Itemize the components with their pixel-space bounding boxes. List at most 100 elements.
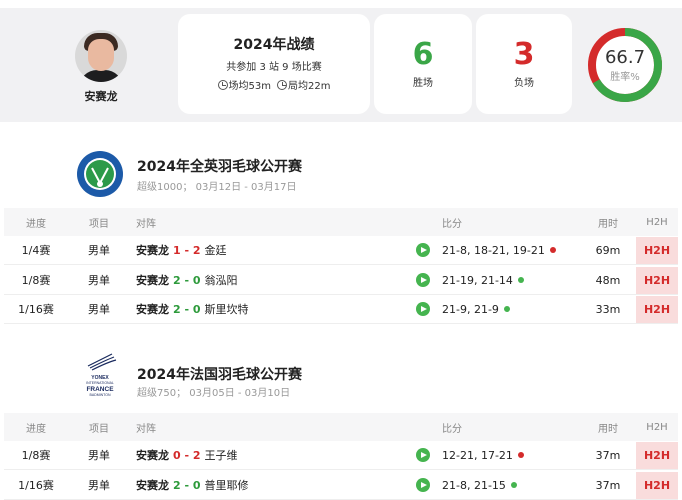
- h2h-cell: H2H: [636, 266, 678, 294]
- h2h-cell: H2H: [636, 441, 678, 469]
- col-event: 项目: [89, 423, 109, 435]
- score-text: 21-8, 18-21, 19-21: [442, 243, 545, 257]
- win-rate-text: 66.7 胜率%: [584, 24, 666, 106]
- round-cell: 1/4赛: [21, 244, 51, 257]
- player-name: 安赛龙: [84, 90, 118, 103]
- col-time: 用时: [598, 218, 618, 230]
- duration-cell: 37m: [595, 478, 621, 492]
- table-row[interactable]: 1/8赛 男单 安赛龙 2 - 0 翁泓阳 21-19, 21-14 48m H2H: [4, 266, 678, 295]
- player-profile[interactable]: 安赛龙: [68, 30, 134, 104]
- round-cell: 1/16赛: [18, 479, 54, 492]
- duration-cell: 69m: [595, 243, 621, 257]
- match-result: 2 - 0: [173, 302, 201, 316]
- opponent-name[interactable]: 翁泓阳: [205, 272, 238, 288]
- h2h-cell: H2H: [636, 295, 678, 323]
- all-england-logo[interactable]: [76, 150, 124, 198]
- h2h-cell: H2H: [636, 236, 678, 264]
- player-name[interactable]: 安赛龙: [136, 242, 169, 258]
- match-result: 1 - 2: [173, 243, 201, 257]
- col-round: 进度: [26, 423, 46, 435]
- play-video-button[interactable]: [416, 295, 432, 323]
- win-rate-value: 66.7: [604, 47, 646, 68]
- h2h-cell: H2H: [636, 471, 678, 499]
- score-cell: 21-8, 18-21, 19-21: [442, 236, 556, 264]
- opponent-name[interactable]: 金廷: [205, 242, 227, 258]
- matchup-cell[interactable]: 安赛龙 2 - 0 普里耶修: [136, 471, 249, 499]
- loss-indicator-icon: [549, 247, 556, 253]
- duration-cell: 48m: [595, 273, 621, 287]
- losses-count: 3: [513, 37, 535, 72]
- tournament-title[interactable]: 2024年法国羽毛球公开赛: [137, 364, 302, 384]
- play-video-button[interactable]: [416, 471, 432, 499]
- svg-text:INTERNATIONAL: INTERNATIONAL: [86, 381, 114, 385]
- player-name[interactable]: 安赛龙: [136, 272, 169, 288]
- player-name[interactable]: 安赛龙: [136, 447, 169, 463]
- match-result: 2 - 0: [173, 273, 201, 287]
- wins-label: 胜场: [413, 78, 433, 89]
- opponent-name[interactable]: 王子维: [205, 447, 238, 463]
- play-icon[interactable]: [416, 478, 430, 492]
- play-video-button[interactable]: [416, 441, 432, 469]
- yonex-french-open-logo[interactable]: YONEX INTERNATIONAL FRANCE BADMINTON: [76, 352, 124, 400]
- play-video-button[interactable]: [416, 236, 432, 264]
- svg-text:FRANCE: FRANCE: [86, 386, 114, 393]
- col-event: 项目: [89, 218, 109, 230]
- player-name[interactable]: 安赛龙: [136, 477, 169, 493]
- col-h2h: H2H: [646, 421, 668, 433]
- h2h-button[interactable]: H2H: [636, 236, 678, 264]
- play-icon[interactable]: [416, 243, 430, 257]
- col-score: 比分: [442, 423, 462, 435]
- avatar[interactable]: [75, 30, 127, 82]
- score-cell: 21-9, 21-9: [442, 295, 510, 323]
- season-record-card: 2024年战绩 共参加 3 站 9 场比赛 场均53m 局均22m: [178, 14, 370, 114]
- table-row[interactable]: 1/4赛 男单 安赛龙 1 - 2 金廷 21-8, 18-21, 19-21 69m H2H: [4, 236, 678, 265]
- average-durations: 场均53m 局均22m: [178, 77, 370, 92]
- col-score: 比分: [442, 218, 462, 230]
- table-header: 进度 项目 对阵 比分 用时 H2H: [4, 413, 678, 441]
- round-cell: 1/8赛: [21, 449, 51, 462]
- col-match: 对阵: [136, 423, 156, 435]
- matchup-cell[interactable]: 安赛龙 1 - 2 金廷: [136, 236, 227, 264]
- h2h-button[interactable]: H2H: [636, 471, 678, 499]
- h2h-button[interactable]: H2H: [636, 266, 678, 294]
- play-icon[interactable]: [416, 273, 430, 287]
- losses-card: 3 负场: [476, 14, 572, 114]
- wins-card: 6 胜场: [374, 14, 472, 114]
- event-cell: 男单: [88, 449, 110, 462]
- table-row[interactable]: 1/16赛 男单 安赛龙 2 - 0 斯里坎特 21-9, 21-9 33m H2H: [4, 295, 678, 324]
- player-name[interactable]: 安赛龙: [136, 301, 169, 317]
- duration-cell: 37m: [595, 448, 621, 462]
- match-result: 0 - 2: [173, 448, 201, 462]
- matchup-cell[interactable]: 安赛龙 0 - 2 王子维: [136, 441, 238, 469]
- event-cell: 男单: [88, 274, 110, 287]
- table-header: 进度 项目 对阵 比分 用时 H2H: [4, 208, 678, 236]
- season-summary: 安赛龙 2024年战绩 共参加 3 站 9 场比赛 场均53m 局均22m 6 …: [0, 8, 682, 122]
- score-text: 21-19, 21-14: [442, 273, 513, 287]
- round-cell: 1/8赛: [21, 274, 51, 287]
- round-cell: 1/16赛: [18, 303, 54, 316]
- event-cell: 男单: [88, 479, 110, 492]
- duration-cell: 33m: [595, 302, 621, 316]
- event-cell: 男单: [88, 244, 110, 257]
- matchup-cell[interactable]: 安赛龙 2 - 0 翁泓阳: [136, 266, 238, 294]
- tournament-title[interactable]: 2024年全英羽毛球公开赛: [137, 156, 302, 176]
- win-rate-label: 胜率%: [610, 72, 640, 83]
- matchup-cell[interactable]: 安赛龙 2 - 0 斯里坎特: [136, 295, 249, 323]
- h2h-button[interactable]: H2H: [636, 295, 678, 323]
- table-row[interactable]: 1/16赛 男单 安赛龙 2 - 0 普里耶修 21-8, 21-15 37m H2H: [4, 471, 678, 500]
- opponent-name[interactable]: 普里耶修: [205, 477, 249, 493]
- play-icon[interactable]: [416, 448, 430, 462]
- win-indicator-icon: [517, 277, 524, 283]
- play-video-button[interactable]: [416, 266, 432, 294]
- season-title: 2024年战绩: [233, 37, 315, 53]
- score-text: 12-21, 17-21: [442, 448, 513, 462]
- h2h-button[interactable]: H2H: [636, 441, 678, 469]
- col-h2h: H2H: [646, 216, 668, 228]
- player-results-page: 安赛龙 2024年战绩 共参加 3 站 9 场比赛 场均53m 局均22m 6 …: [0, 0, 682, 500]
- event-cell: 男单: [88, 303, 110, 316]
- wins-count: 6: [412, 37, 434, 72]
- losses-label: 负场: [514, 78, 534, 89]
- table-row[interactable]: 1/8赛 男单 安赛龙 0 - 2 王子维 12-21, 17-21 37m H2H: [4, 441, 678, 470]
- opponent-name[interactable]: 斯里坎特: [205, 301, 249, 317]
- play-icon[interactable]: [416, 302, 430, 316]
